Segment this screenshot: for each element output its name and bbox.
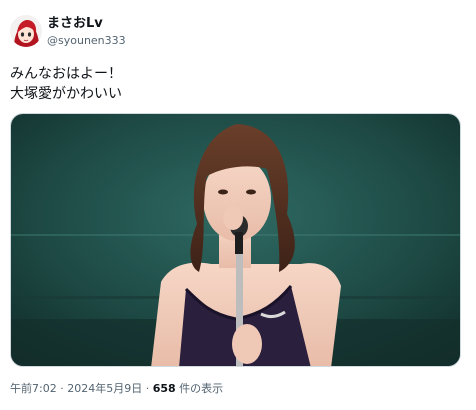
tweet-text: みんなおはよー！ 大塚愛がかわいい <box>10 64 122 104</box>
tweet-card: まさおLv @syounen333 みんなおはよー！ 大塚愛がかわいい 午前7:… <box>0 0 476 410</box>
author-avatar[interactable] <box>10 15 42 47</box>
meta-separator: · <box>145 382 150 395</box>
anime-avatar-icon <box>10 15 42 47</box>
author-handle[interactable]: @syounen333 <box>47 34 126 48</box>
tweet-text-line: 大塚愛がかわいい <box>10 86 122 102</box>
meta-separator: · <box>60 382 64 395</box>
tweet-text-line: みんなおはよー！ <box>10 66 122 82</box>
tweet-time[interactable]: 午前7:02 <box>10 382 57 395</box>
tweet-date[interactable]: 2024年5月9日 <box>67 382 142 395</box>
tweet-photo[interactable] <box>10 113 461 367</box>
tweet-meta: 午前7:02 · 2024年5月9日 · 658 件の表示 <box>10 382 223 396</box>
photo-singer-on-stage <box>11 114 460 366</box>
views-count[interactable]: 658 <box>153 382 176 395</box>
author-display-name[interactable]: まさおLv <box>47 15 103 32</box>
views-label[interactable]: 件の表示 <box>179 382 223 395</box>
